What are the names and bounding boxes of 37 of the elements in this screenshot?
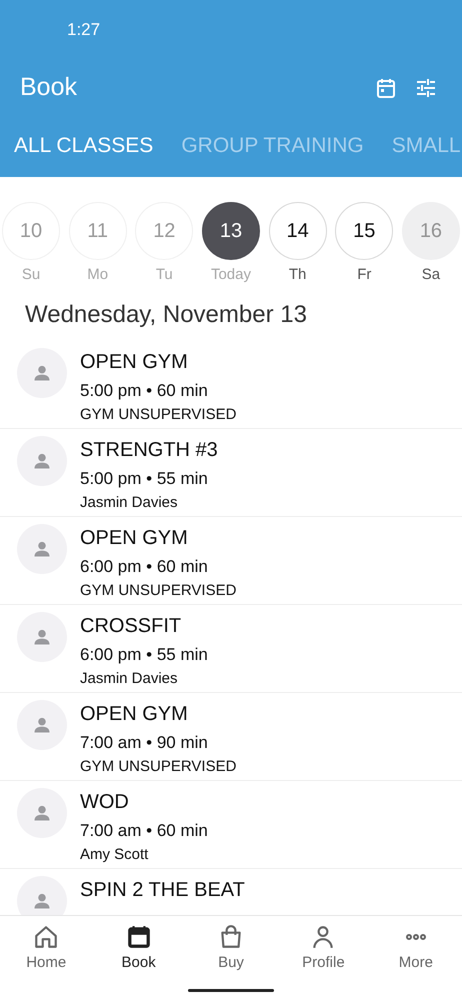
class-time: 5:00 pm • 60 min — [80, 380, 209, 402]
home-icon — [33, 924, 60, 950]
class-name: OPEN GYM — [80, 702, 189, 726]
weekday-label: Su — [22, 265, 40, 285]
instructor-name: GYM UNSUPERVISED — [80, 580, 236, 600]
instructor-name: GYM UNSUPERVISED — [80, 404, 236, 424]
class-time: 6:00 pm • 55 min — [80, 644, 208, 666]
class-name: WOD — [80, 790, 130, 814]
class-time: 7:00 am • 90 min — [80, 732, 209, 754]
nav-tab[interactable]: Profile — [277, 924, 370, 974]
weekday-label: Th — [288, 265, 306, 285]
category-tab[interactable]: ALL CLASSES — [14, 130, 154, 162]
class-name: CROSSFIT — [80, 614, 182, 638]
instructor-name: Jasmin Davies — [80, 492, 179, 512]
instructor-name: Amy Scott — [80, 844, 150, 864]
class-name: OPEN GYM — [80, 350, 189, 374]
page-title: Book — [20, 72, 78, 103]
class-time: 5:00 pm • 55 min — [80, 468, 209, 490]
class-name: OPEN GYM — [80, 526, 189, 550]
weekday-label: Today — [210, 265, 251, 285]
instructor-name: Jasmin Davies — [80, 668, 179, 688]
class-name: STRENGTH #3 — [80, 438, 218, 462]
nav-tab[interactable]: Book — [92, 924, 185, 974]
status-time: 1:27 — [67, 19, 100, 42]
class-time: 6:00 pm • 60 min — [80, 556, 209, 578]
nav-tab[interactable]: Buy — [184, 924, 278, 974]
calendar-icon — [126, 924, 152, 950]
weekday-label: Mo — [87, 265, 108, 285]
class-name: SPIN 2 THE BEAT — [80, 878, 245, 902]
class-time: 7:00 am • 60 min — [80, 820, 208, 842]
nav-tab[interactable]: Home — [0, 924, 92, 974]
instructor-name: GYM UNSUPERVISED — [80, 756, 236, 776]
weekday-label: Fr — [357, 265, 372, 285]
date-heading: Wednesday, November 13 — [25, 300, 307, 328]
weekday-label: Tu — [156, 265, 173, 285]
weekday-label: Sa — [422, 265, 440, 285]
nav-tab[interactable]: More — [370, 924, 462, 974]
